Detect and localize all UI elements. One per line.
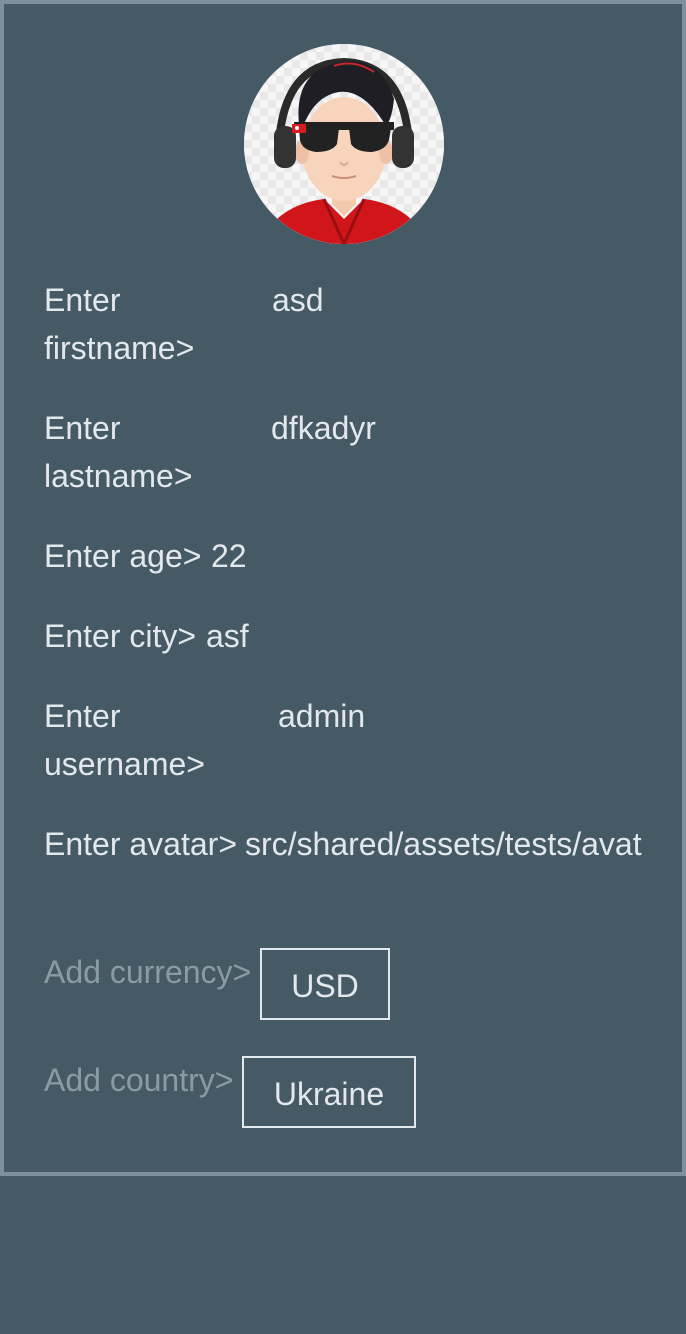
firstname-field: Enter firstname> asd: [44, 276, 644, 372]
currency-label: Add currency>: [44, 954, 252, 990]
city-input[interactable]: asf: [206, 612, 249, 660]
firstname-label: Enter firstname>: [44, 282, 195, 366]
avatar-image: [244, 44, 444, 244]
username-field: Enter username> admin: [44, 692, 644, 788]
age-field: Enter age> 22: [44, 532, 644, 580]
username-label: Enter username>: [44, 698, 205, 782]
city-label: Enter city>: [44, 618, 197, 654]
avatar: [244, 44, 444, 244]
firstname-input[interactable]: asd: [272, 276, 324, 324]
lastname-field: Enter lastname> dfkadyr: [44, 404, 644, 500]
lastname-label: Enter lastname>: [44, 410, 193, 494]
age-input[interactable]: 22: [211, 532, 247, 580]
lastname-input[interactable]: dfkadyr: [271, 404, 376, 452]
avatar-field: Enter avatar> src/shared/assets/tests/av…: [44, 820, 644, 916]
currency-select[interactable]: USD: [260, 948, 390, 1020]
avatar-input[interactable]: src/shared/assets/tests/avat: [245, 820, 642, 868]
age-label: Enter age>: [44, 538, 202, 574]
avatar-label: Enter avatar>: [44, 826, 237, 862]
country-label: Add country>: [44, 1062, 234, 1098]
profile-card: Enter firstname> asd Enter lastname> dfk…: [0, 0, 686, 1176]
username-input[interactable]: admin: [278, 692, 365, 740]
city-field: Enter city> asf: [44, 612, 644, 660]
country-select[interactable]: Ukraine: [242, 1056, 416, 1128]
